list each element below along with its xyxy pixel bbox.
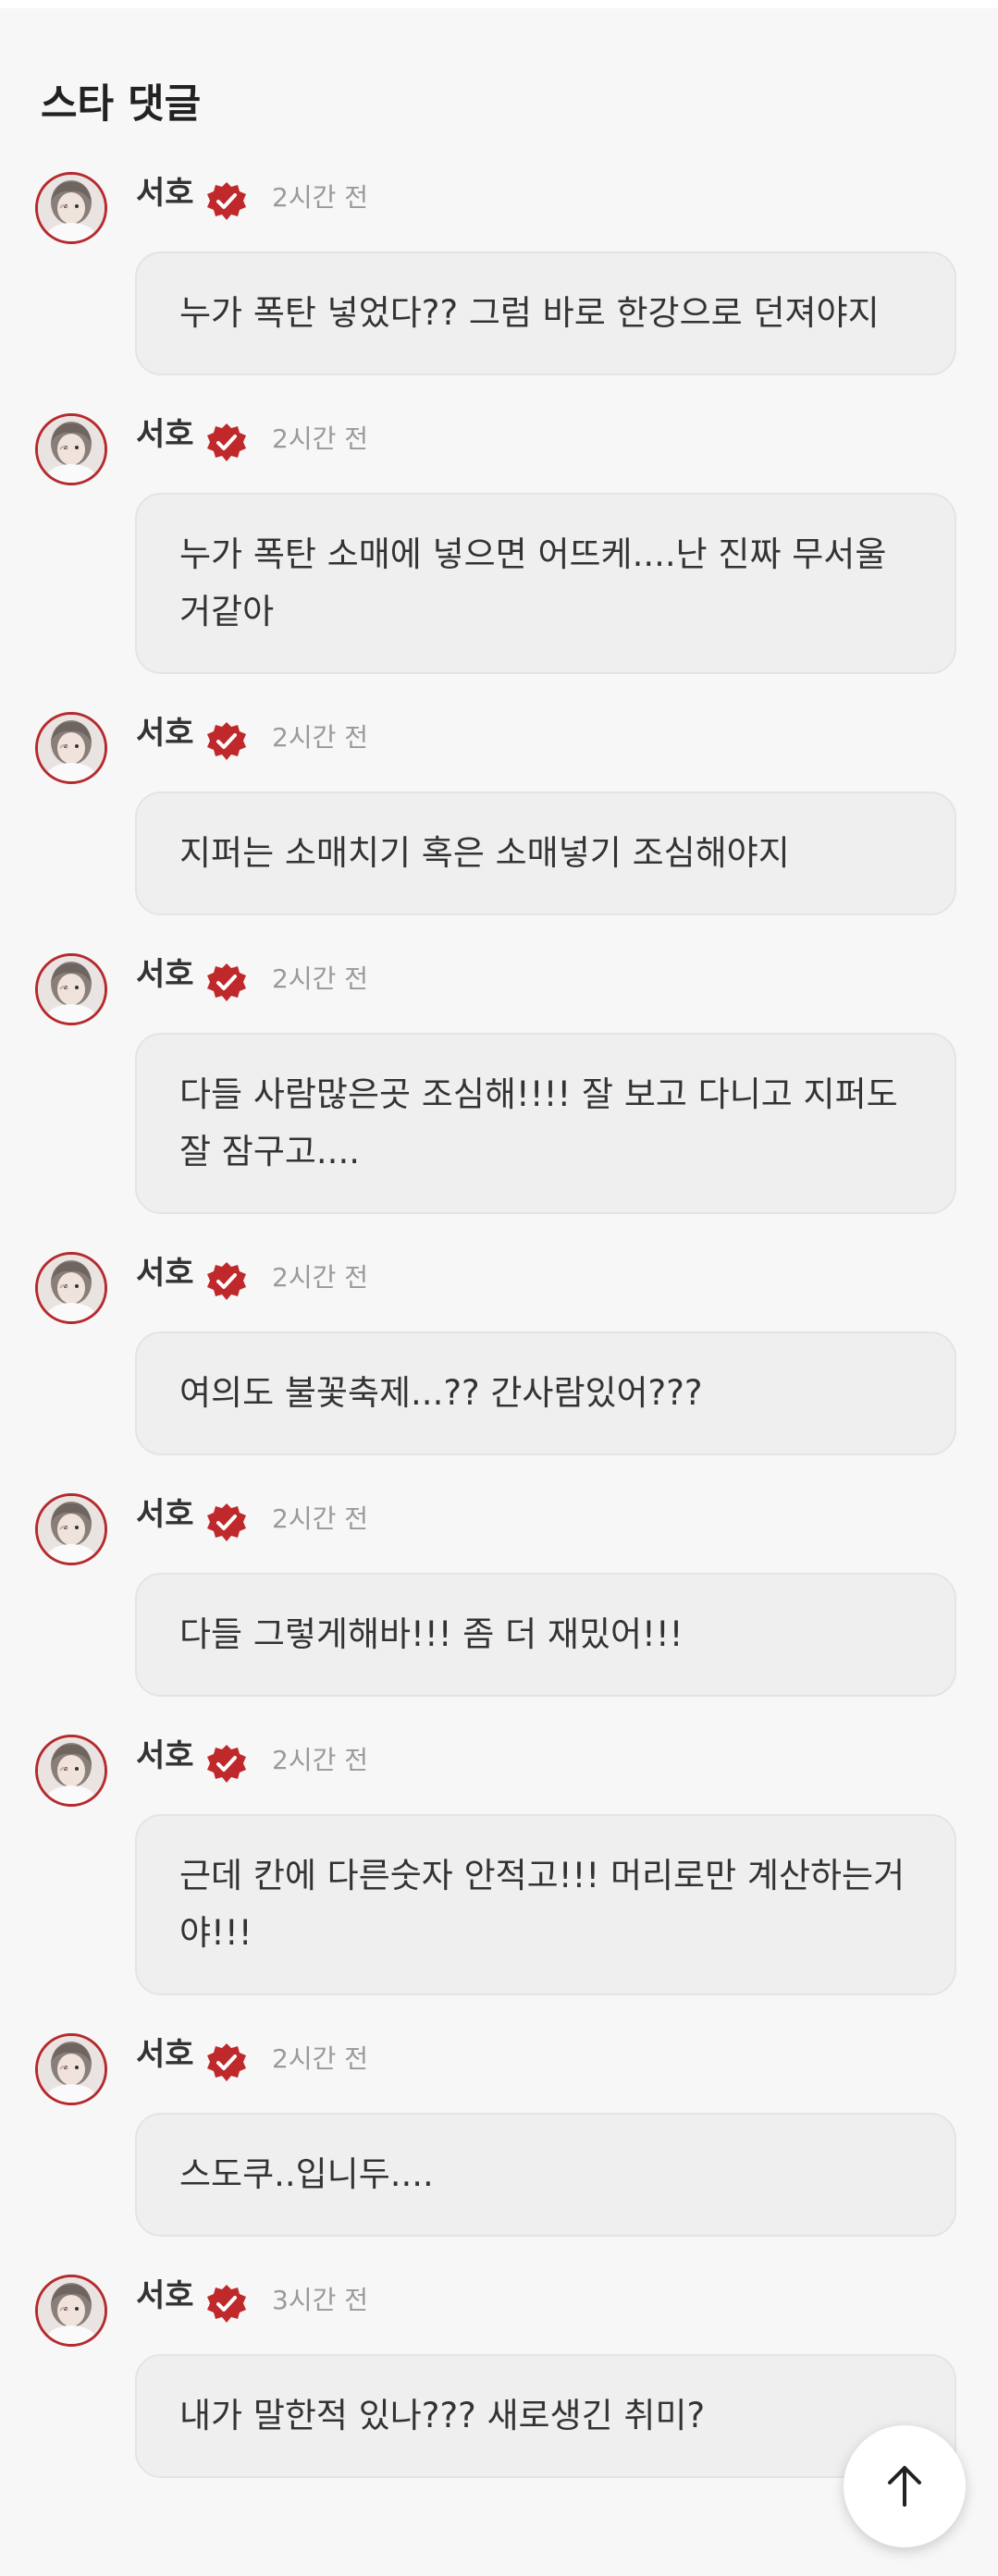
arrow-up-icon [888,2466,921,2507]
comment-text: 누가 폭탄 소매에 넣으면 어뜨케....난 진짜 무서울거같아 [135,493,956,674]
comment-header: 서호 2시간 전 [0,708,998,791]
comment-item: 서호 2시간 전 스도쿠..입니두.... [0,2030,998,2237]
comment-header: 서호 3시간 전 [0,2271,998,2354]
avatar[interactable] [35,1493,107,1565]
author-name[interactable]: 서호 [136,1499,194,1530]
avatar[interactable] [35,2275,107,2347]
avatar[interactable] [35,172,107,244]
verified-badge-icon [205,1743,248,1785]
comment-item: 서호 2시간 전 다들 그렇게해바!!! 좀 더 재밌어!!! [0,1490,998,1697]
comment-item: 서호 2시간 전 여의도 불꽃축제...?? 간사람있어??? [0,1248,998,1455]
verified-badge-icon [205,2042,248,2084]
avatar[interactable] [35,1735,107,1807]
comment-text: 다들 사람많은곳 조심해!!!! 잘 보고 다니고 지퍼도 잘 잠구고.... [135,1033,956,1214]
author-name[interactable]: 서호 [136,1257,194,1289]
verified-badge-icon [205,1260,248,1303]
comment-time: 3시간 전 [272,2285,368,2315]
scroll-to-top-button[interactable] [844,2425,966,2547]
top-strip [0,0,998,8]
author-name[interactable]: 서호 [136,178,194,209]
comment-time: 2시간 전 [272,182,368,213]
comment-text: 지퍼는 소매치기 혹은 소매넣기 조심해야지 [135,791,956,915]
comment-header: 서호 2시간 전 [0,2030,998,2113]
avatar[interactable] [35,953,107,1025]
verified-badge-icon [205,422,248,464]
comment-time: 2시간 전 [272,963,368,994]
author-name[interactable]: 서호 [136,419,194,450]
verified-badge-icon [205,180,248,223]
verified-badge-icon [205,1502,248,1544]
comment-time: 2시간 전 [272,423,368,454]
comment-time: 2시간 전 [272,722,368,753]
comment-header: 서호 2시간 전 [0,1248,998,1331]
section-title: 스타 댓글 [41,81,202,128]
comment-text: 다들 그렇게해바!!! 좀 더 재밌어!!! [135,1573,956,1697]
comment-text: 여의도 불꽃축제...?? 간사람있어??? [135,1331,956,1455]
avatar[interactable] [35,2033,107,2105]
author-name[interactable]: 서호 [136,2039,194,2070]
author-name[interactable]: 서호 [136,2280,194,2312]
comment-text: 근데 칸에 다른숫자 안적고!!! 머리로만 계산하는거야!!! [135,1814,956,1995]
author-name[interactable]: 서호 [136,959,194,990]
comment-time: 2시간 전 [272,2043,368,2074]
comment-time: 2시간 전 [272,1262,368,1293]
avatar[interactable] [35,413,107,485]
verified-badge-icon [205,2283,248,2325]
verified-badge-icon [205,962,248,1004]
comment-list: 서호 2시간 전 누가 폭탄 넣었다?? 그럼 바로 한강으로 던져야지 서호 … [0,168,998,2512]
comment-item: 서호 3시간 전 내가 말한적 있나??? 새로생긴 취미? [0,2271,998,2478]
comment-time: 2시간 전 [272,1745,368,1775]
comment-header: 서호 2시간 전 [0,410,998,493]
comment-item: 서호 2시간 전 지퍼는 소매치기 혹은 소매넣기 조심해야지 [0,708,998,915]
author-name[interactable]: 서호 [136,1740,194,1772]
verified-badge-icon [205,720,248,763]
avatar[interactable] [35,712,107,784]
comment-header: 서호 2시간 전 [0,168,998,251]
comment-header: 서호 2시간 전 [0,1490,998,1573]
comment-header: 서호 2시간 전 [0,950,998,1033]
comment-text: 내가 말한적 있나??? 새로생긴 취미? [135,2354,956,2478]
comment-item: 서호 2시간 전 누가 폭탄 넣었다?? 그럼 바로 한강으로 던져야지 [0,168,998,375]
comment-item: 서호 2시간 전 근데 칸에 다른숫자 안적고!!! 머리로만 계산하는거야!!… [0,1731,998,1995]
comment-text: 누가 폭탄 넣었다?? 그럼 바로 한강으로 던져야지 [135,251,956,375]
comment-time: 2시간 전 [272,1503,368,1534]
comment-header: 서호 2시간 전 [0,1731,998,1814]
avatar[interactable] [35,1252,107,1324]
comment-text: 스도쿠..입니두.... [135,2113,956,2237]
comment-item: 서호 2시간 전 다들 사람많은곳 조심해!!!! 잘 보고 다니고 지퍼도 잘… [0,950,998,1214]
comment-item: 서호 2시간 전 누가 폭탄 소매에 넣으면 어뜨케....난 진짜 무서울거같… [0,410,998,674]
author-name[interactable]: 서호 [136,718,194,749]
